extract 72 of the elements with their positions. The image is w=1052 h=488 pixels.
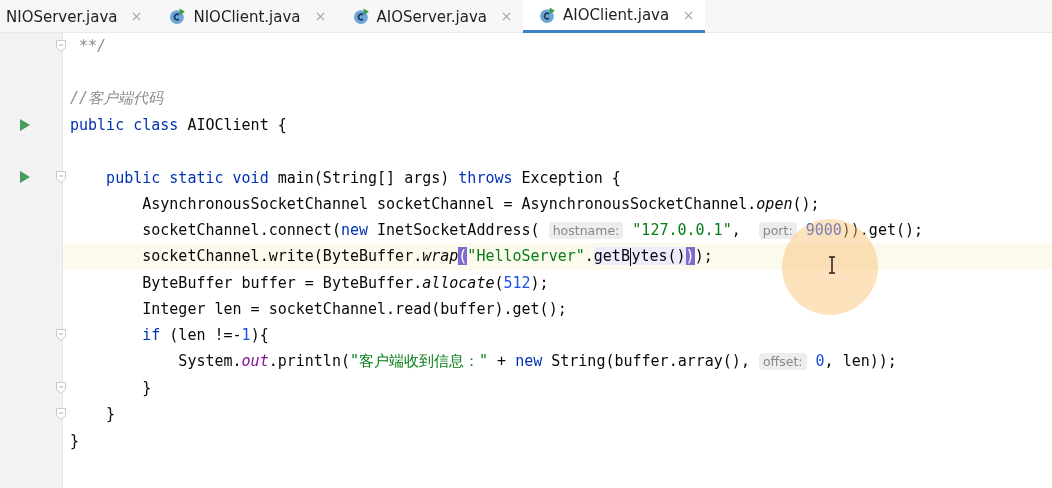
- fold-icon[interactable]: [56, 40, 66, 52]
- code-token: wrap: [422, 247, 459, 266]
- code-token: Integer len = socketChannel.read(buffer).get();: [141, 300, 567, 319]
- code-token: +: [496, 352, 508, 371]
- code-token: 512: [503, 273, 531, 292]
- code-token: //客户端代码: [70, 89, 164, 108]
- code-token: "HelloServer": [467, 247, 585, 266]
- code-token: );: [694, 247, 713, 266]
- code-token: **/: [78, 37, 107, 56]
- class-file-icon: [539, 6, 557, 24]
- code-token: 1: [241, 326, 251, 345]
- code-token: if: [141, 326, 161, 345]
- code-token: .println(: [268, 352, 350, 371]
- code-token: 0: [814, 352, 825, 371]
- run-icon[interactable]: [20, 118, 30, 131]
- code-token: }: [141, 379, 152, 397]
- code-token: 9000: [804, 221, 842, 240]
- code-token: ();: [792, 194, 820, 213]
- close-icon[interactable]: [502, 12, 512, 21]
- code-token: .: [584, 247, 594, 266]
- editor-tab[interactable]: NIOServer.java: [0, 0, 154, 33]
- code-token: String(buffer.array(),: [550, 352, 751, 371]
- editor-tab[interactable]: NIOClient.java: [153, 0, 337, 33]
- parameter-hint: offset:: [758, 353, 807, 371]
- code-token: out: [241, 352, 269, 371]
- code-token: AsynchronousSocketChannel socketChannel = AsynchronousSocketChannel.: [141, 194, 757, 213]
- code-token: (len !=-: [168, 326, 242, 345]
- code-token: throws: [458, 168, 513, 187]
- close-icon[interactable]: [684, 10, 694, 20]
- code-token: socketChannel.connect(: [141, 221, 341, 240]
- code-token: }: [70, 431, 80, 450]
- code-token: )).get();: [841, 221, 924, 240]
- fold-icon[interactable]: [56, 329, 66, 342]
- editor-tab[interactable]: AIOServer.java: [336, 0, 524, 33]
- code-token: open: [756, 194, 793, 213]
- code-token: allocate: [422, 273, 495, 292]
- code-token: ): [685, 247, 695, 266]
- run-icon[interactable]: [20, 171, 30, 184]
- code-token: "客户端收到信息：": [349, 352, 489, 371]
- close-icon[interactable]: [315, 12, 325, 21]
- class-file-icon: [169, 8, 187, 25]
- fold-icon[interactable]: [56, 408, 66, 421]
- code-token: ByteBuffer buffer = ByteBuffer.: [141, 273, 423, 292]
- editor-tab[interactable]: AIOClient.java: [523, 0, 706, 33]
- code-token: public class: [70, 116, 179, 135]
- code-token: socketChannel.write(ByteBuffer.: [141, 247, 423, 266]
- fold-icon[interactable]: [56, 171, 66, 184]
- code-token: );: [530, 273, 549, 292]
- code-token: main(String[] args): [276, 168, 451, 187]
- code-token: ytes(): [631, 247, 686, 266]
- code-token: new: [515, 352, 543, 371]
- code-token: InetSocketAddress(: [376, 221, 541, 240]
- code-token: getB: [593, 247, 630, 266]
- class-file-icon: [352, 8, 370, 25]
- fold-icon[interactable]: [56, 381, 66, 394]
- code-token: ,: [731, 221, 742, 240]
- code-token: AIOClient {: [186, 116, 287, 135]
- parameter-hint: port:: [758, 222, 797, 240]
- text-caret: [629, 247, 632, 266]
- code-token: Exception {: [520, 168, 621, 187]
- close-icon[interactable]: [132, 12, 142, 21]
- code-token: System.: [177, 352, 242, 371]
- code-token: new: [340, 221, 369, 240]
- code-token: "127.0.0.1": [631, 221, 732, 240]
- code-token: (: [458, 247, 468, 266]
- parameter-hint: hostname:: [548, 222, 624, 240]
- code-token: public static void: [105, 168, 269, 187]
- text-cursor-icon: [828, 256, 836, 274]
- code-token: , len));: [824, 352, 897, 371]
- code-token: ){: [250, 326, 269, 345]
- code-token: }: [105, 405, 116, 424]
- code-token: (: [494, 273, 504, 292]
